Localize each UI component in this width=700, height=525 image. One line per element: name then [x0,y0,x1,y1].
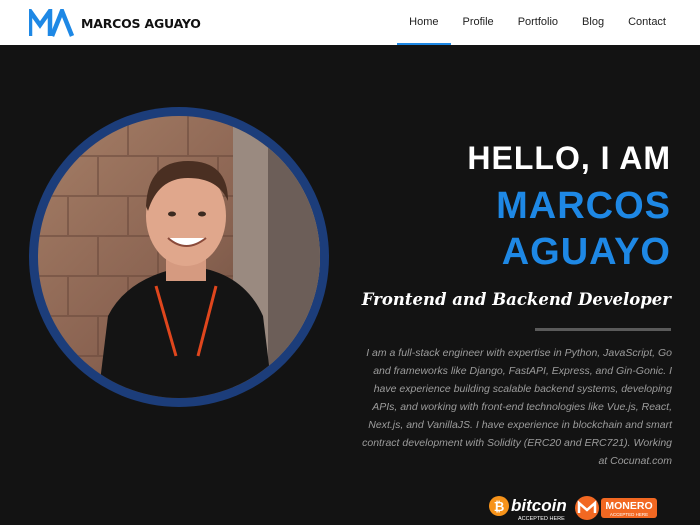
hero-name-line2: AGUAYO [501,231,671,273]
ma-logo-icon [29,9,75,37]
monero-badge[interactable]: MONERO ACCEPTED HERE [574,494,660,522]
navbar: MARCOS AGUAYO Home Profile Portfolio Blo… [0,0,700,45]
hero-name: MARCOS AGUAYO [371,183,671,275]
hero-bio: I am a full-stack engineer with expertis… [362,347,672,467]
nav-portfolio[interactable]: Portfolio [506,0,570,45]
hero-divider [535,328,671,331]
hero-subtitle: Frontend and Backend Developer [361,290,671,309]
brand-logo[interactable]: MARCOS AGUAYO [29,9,201,37]
brand-name: MARCOS AGUAYO [81,15,201,31]
monero-label: MONERO [605,500,652,512]
bitcoin-label: bitcoin [511,496,567,515]
hero-name-line1: MARCOS [496,185,671,227]
main-nav: Home Profile Portfolio Blog Contact [397,0,678,45]
svg-text:₿: ₿ [494,499,505,514]
monero-sub: ACCEPTED HERE [610,512,648,517]
nav-contact[interactable]: Contact [616,0,678,45]
nav-profile[interactable]: Profile [451,0,506,45]
bitcoin-badge[interactable]: ₿ bitcoin ACCEPTED HERE [488,494,568,522]
crypto-badges: ₿ bitcoin ACCEPTED HERE MONERO ACCEPTED … [482,494,660,522]
hero-greeting: HELLO, I AM [467,140,671,176]
nav-home[interactable]: Home [397,0,451,45]
profile-photo [38,116,320,398]
nav-blog[interactable]: Blog [570,0,616,45]
bitcoin-sub: ACCEPTED HERE [518,516,565,522]
profile-photo-frame [29,107,329,407]
